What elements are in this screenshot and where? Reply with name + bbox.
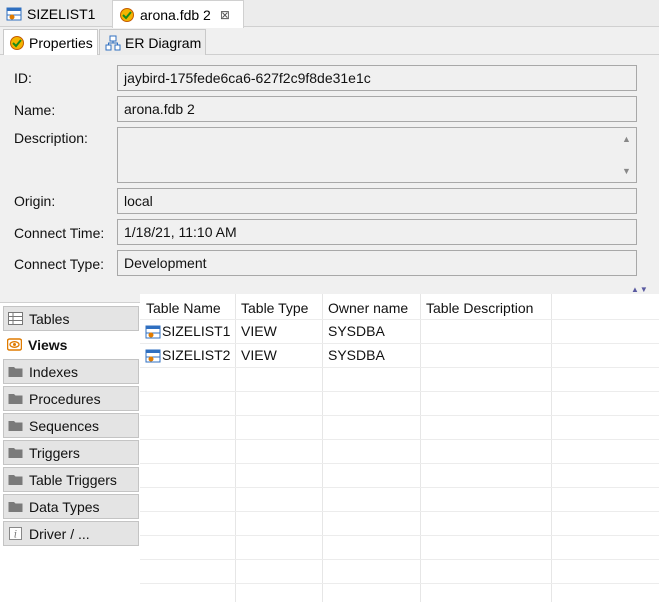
cell-table-name: SIZELIST1 [162, 323, 231, 339]
views-table: Table Name Table Type Owner name Table D… [140, 294, 659, 602]
row-divider [140, 511, 659, 512]
connect-type-field[interactable]: Development [117, 250, 637, 276]
folder-icon [8, 421, 23, 431]
category-procedures[interactable]: Procedures [3, 386, 139, 411]
row-divider [140, 487, 659, 488]
origin-field[interactable]: local [117, 188, 637, 214]
category-label: Triggers [29, 444, 80, 461]
category-label: Views [28, 336, 68, 353]
info-icon: i [9, 527, 22, 541]
category-sequences[interactable]: Sequences [3, 413, 139, 438]
cell-table-type: VIEW [241, 347, 277, 363]
view-table-icon [145, 325, 161, 339]
id-value: jaybird-175fede6ca6-627f2c9f8de31e1c [124, 70, 371, 86]
database-connection-icon [120, 7, 134, 22]
category-data-types[interactable]: Data Types [3, 494, 139, 519]
name-label: Name: [14, 102, 56, 118]
tab-label: ER Diagram [125, 34, 202, 51]
column-header-table-description[interactable]: Table Description [426, 300, 533, 316]
cell-owner-name: SYSDBA [328, 347, 385, 363]
category-driver[interactable]: i Driver / ... [3, 521, 139, 546]
scroll-down-icon[interactable]: ▼ [622, 166, 631, 176]
origin-value: local [124, 193, 153, 209]
description-label: Description: [14, 130, 88, 146]
folder-icon [8, 475, 23, 485]
folder-icon [8, 367, 23, 377]
category-tables[interactable]: Tables [3, 306, 139, 331]
editor-tab-label: SIZELIST1 [27, 5, 96, 22]
row-divider [140, 391, 659, 392]
tab-properties[interactable]: Properties [3, 29, 98, 55]
description-scrollbar[interactable]: ▲ ▼ [618, 128, 636, 182]
scroll-up-icon[interactable]: ▲ [622, 134, 631, 144]
properties-icon [10, 35, 24, 50]
column-header-table-type[interactable]: Table Type [241, 300, 308, 316]
category-label: Data Types [29, 498, 100, 515]
row-divider [140, 463, 659, 464]
folder-icon [8, 394, 23, 404]
origin-label: Origin: [14, 193, 56, 209]
view-table-icon [6, 7, 22, 20]
row-divider [140, 583, 659, 584]
row-divider [140, 559, 659, 560]
category-label: Driver / ... [29, 525, 90, 542]
editor-tab-bar: SIZELIST1 arona.fdb 2 ⊠ [0, 0, 659, 28]
category-table-triggers[interactable]: Table Triggers [3, 467, 139, 492]
row-divider [140, 439, 659, 440]
connect-time-label: Connect Time: [14, 225, 105, 241]
connect-time-value: 1/18/21, 11:10 AM [124, 224, 237, 240]
column-header-owner-name[interactable]: Owner name [328, 300, 408, 316]
connect-type-value: Development [124, 255, 207, 271]
splitter-arrows-icon[interactable]: ▲▼ [631, 285, 649, 294]
category-triggers[interactable]: Triggers [3, 440, 139, 465]
connect-time-field[interactable]: 1/18/21, 11:10 AM [117, 219, 637, 245]
category-views[interactable]: Views [3, 332, 139, 357]
tab-label: Properties [29, 34, 93, 51]
table-icon [8, 312, 23, 325]
connect-type-label: Connect Type: [14, 256, 105, 272]
er-diagram-icon [105, 35, 121, 50]
table-row[interactable]: SIZELIST2 VIEW SYSDBA [140, 344, 659, 368]
table-row[interactable]: SIZELIST1 VIEW SYSDBA [140, 320, 659, 344]
name-field[interactable]: arona.fdb 2 [117, 96, 637, 122]
category-label: Procedures [29, 390, 101, 407]
category-indexes[interactable]: Indexes [3, 359, 139, 384]
folder-icon [8, 448, 23, 458]
view-table-icon [145, 349, 161, 363]
svg-text:i: i [14, 530, 17, 541]
sub-tab-bar: Properties ER Diagram [0, 28, 659, 55]
editor-tab-sizelist1[interactable]: SIZELIST1 [0, 0, 109, 27]
cell-table-name: SIZELIST2 [162, 347, 231, 363]
editor-tab-arona[interactable]: arona.fdb 2 ⊠ [112, 0, 244, 28]
category-list: Tables Views Indexes Procedures Sequence… [0, 302, 140, 602]
category-label: Sequences [29, 417, 100, 434]
eye-icon [7, 338, 22, 351]
row-divider [140, 415, 659, 416]
category-label: Tables [29, 310, 70, 327]
name-value: arona.fdb 2 [124, 101, 195, 117]
cell-table-type: VIEW [241, 323, 277, 339]
description-field[interactable]: ▲ ▼ [117, 127, 637, 183]
id-label: ID: [14, 70, 32, 86]
column-header-table-name[interactable]: Table Name [146, 300, 221, 316]
close-icon[interactable]: ⊠ [220, 8, 230, 22]
folder-icon [8, 502, 23, 512]
editor-tab-label: arona.fdb 2 [140, 6, 211, 23]
tab-er-diagram[interactable]: ER Diagram [99, 29, 206, 55]
cell-owner-name: SYSDBA [328, 323, 385, 339]
category-label: Table Triggers [29, 471, 117, 488]
properties-form: ID: jaybird-175fede6ca6-627f2c9f8de31e1c… [0, 56, 659, 283]
category-label: Indexes [29, 363, 79, 380]
row-divider [140, 535, 659, 536]
id-field[interactable]: jaybird-175fede6ca6-627f2c9f8de31e1c [117, 65, 637, 91]
